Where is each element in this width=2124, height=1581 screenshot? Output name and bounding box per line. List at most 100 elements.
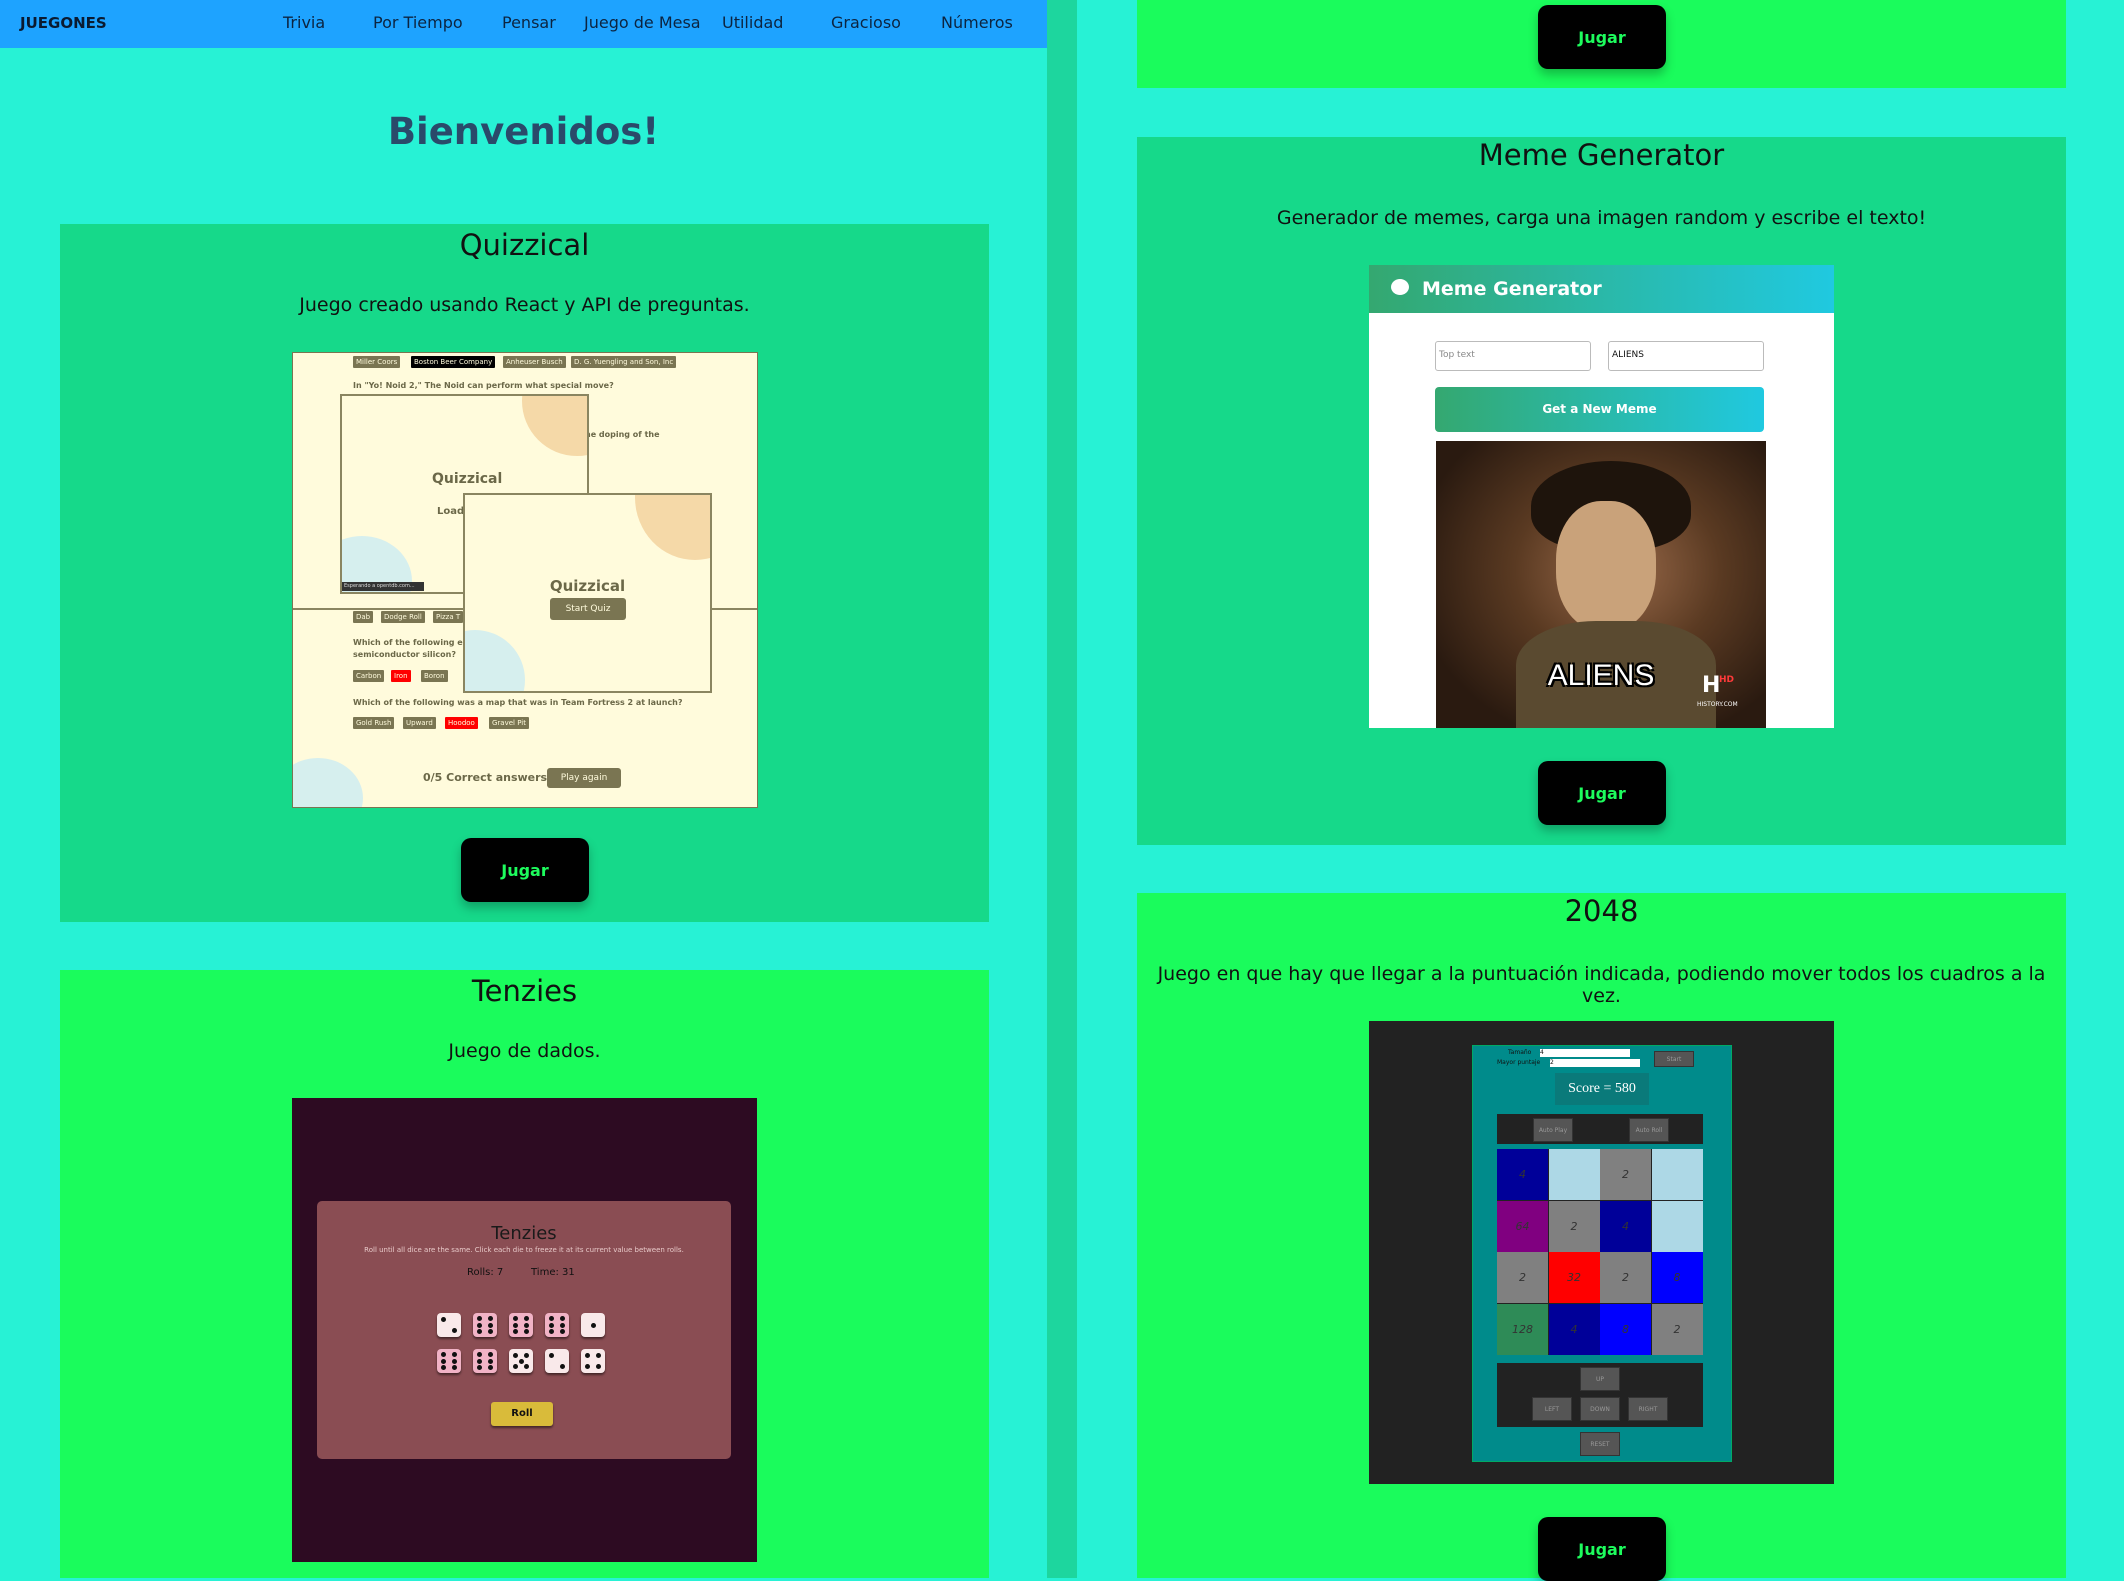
meme-image: ALIENS H HD HISTORY.COM [1436, 441, 1766, 728]
auto-controls: Auto Play Auto Roll [1497, 1114, 1703, 1144]
board-tile [1651, 1149, 1703, 1200]
roll-button: Roll [491, 1402, 553, 1426]
loading-text: Load [437, 506, 465, 517]
brand-logo[interactable]: JUEGONES [20, 14, 107, 32]
card-description: Juego creado usando React y API de pregu… [299, 294, 750, 316]
card-title: Tenzies [471, 974, 578, 1008]
board-tile: 2 [1497, 1252, 1548, 1303]
die [437, 1313, 461, 1337]
answer-tag: Boston Beer Company [411, 356, 496, 368]
nav-link-por-tiempo[interactable]: Por Tiempo [373, 13, 463, 32]
board-tile: 128 [1497, 1303, 1548, 1355]
die-pip [518, 1358, 524, 1364]
play-quizzical-button[interactable]: Jugar [461, 838, 589, 902]
right-pane: Jugar Meme Generator Generador de memes,… [1077, 0, 2124, 1581]
question-text: Which of the following was a map that wa… [353, 698, 683, 707]
die-pip [549, 1329, 554, 1334]
page-title: Bienvenidos! [387, 110, 660, 153]
die-pip [452, 1328, 457, 1333]
dice-grid [437, 1313, 617, 1377]
die-pip [477, 1352, 482, 1357]
die-pip [549, 1316, 554, 1321]
die-pip [477, 1322, 482, 1328]
answer-tag: Anheuser Busch [503, 356, 566, 368]
nav-link-trivia[interactable]: Trivia [283, 13, 325, 32]
play-meme-button[interactable]: Jugar [1538, 761, 1666, 825]
board-tile: 64 [1497, 1200, 1548, 1252]
meme-header-title: Meme Generator [1422, 278, 1602, 300]
answer-tag: Dab [353, 611, 374, 623]
tenzies-screenshot: Tenzies Roll until all dice are the same… [292, 1098, 757, 1562]
reset-button: RESET [1580, 1432, 1620, 1456]
meme-screenshot: Meme Generator Top text ALIENS Get a New… [1369, 265, 1834, 728]
status-bar: Esperando a opentdb.com... [342, 582, 424, 591]
direction-controls: UP LEFT DOWN RIGHT [1497, 1363, 1703, 1427]
answer-tag: Miller Coors [353, 356, 401, 368]
card-2048: 2048 Juego en que hay que llegar a la pu… [1137, 893, 2066, 1581]
die-pip [488, 1316, 493, 1321]
card-description: Juego de dados. [448, 1040, 601, 1062]
die-pip [477, 1358, 482, 1364]
card-tenzies: Tenzies Juego de dados. Tenzies Roll unt… [60, 970, 989, 1578]
2048-panel: Tamaño 4 Mayor puntaje 2 Start Score = 5… [1472, 1045, 1732, 1462]
board-tile: 2 [1600, 1149, 1651, 1200]
answer-tag: Upward [403, 717, 436, 729]
decor-blob [522, 396, 587, 456]
nav-link-utilidad[interactable]: Utilidad [722, 13, 783, 32]
board-tile: 2 [1651, 1303, 1703, 1355]
die-pip [452, 1358, 457, 1364]
die-pip [488, 1352, 493, 1357]
die-pip [513, 1322, 518, 1328]
die-pip [441, 1317, 446, 1322]
play-2048-button[interactable]: Jugar [1538, 1517, 1666, 1581]
start-quiz-button: Start Quiz [550, 598, 626, 620]
die [581, 1349, 605, 1373]
size-label: Tamaño [1508, 1049, 1532, 1056]
decor-blob [293, 758, 363, 807]
size-input: 4 [1540, 1049, 1630, 1057]
time-counter: Time: 31 [531, 1267, 575, 1278]
board-tile: 32 [1548, 1252, 1600, 1303]
score-display: Score = 580 [1555, 1073, 1649, 1105]
board-tile: 8 [1600, 1303, 1651, 1355]
answer-tag: D. G. Yuengling and Son, Inc [571, 356, 677, 368]
modal-title: Quizzical [549, 577, 626, 595]
history-logo: H [1702, 673, 1721, 698]
die-pip [477, 1329, 482, 1334]
card-meme-generator: Meme Generator Generador de memes, carga… [1137, 137, 2066, 845]
die-pip [524, 1353, 529, 1358]
up-button: UP [1580, 1367, 1620, 1391]
die-pip [596, 1353, 601, 1358]
die [473, 1313, 497, 1337]
die-pip [549, 1322, 554, 1328]
card-description: Juego en que hay que llegar a la puntuac… [1157, 963, 2046, 1007]
nav-link-numeros[interactable]: Números [941, 13, 1013, 32]
board-tile [1548, 1149, 1600, 1200]
die [545, 1313, 569, 1337]
die-pip [452, 1352, 457, 1357]
nav-link-pensar[interactable]: Pensar [502, 13, 556, 32]
left-button: LEFT [1532, 1397, 1572, 1421]
nav-link-gracioso[interactable]: Gracioso [831, 13, 901, 32]
die-pip [585, 1364, 590, 1369]
die-pip [513, 1364, 518, 1369]
die-pip [513, 1316, 518, 1321]
2048-screenshot: Tamaño 4 Mayor puntaje 2 Start Score = 5… [1369, 1021, 1834, 1484]
play-previous-button[interactable]: Jugar [1538, 5, 1666, 69]
get-new-meme-button: Get a New Meme [1435, 387, 1764, 432]
answer-tag: Pizza T [433, 611, 464, 623]
top-text-input: Top text [1435, 341, 1591, 371]
tenzies-title: Tenzies [491, 1223, 557, 1244]
auto-roll-button: Auto Roll [1629, 1118, 1669, 1142]
nav-link-juego-de-mesa[interactable]: Juego de Mesa [584, 13, 701, 32]
board-tile: 4 [1497, 1149, 1548, 1200]
die-pip [513, 1329, 518, 1334]
board-tile: 2 [1548, 1200, 1600, 1252]
die-pip [452, 1365, 457, 1370]
answer-tag: Iron [391, 670, 411, 682]
die-pip [488, 1365, 493, 1370]
die-pip [524, 1364, 529, 1369]
die-pip [441, 1358, 446, 1364]
die-pip [441, 1365, 446, 1370]
die-pip [477, 1365, 482, 1370]
